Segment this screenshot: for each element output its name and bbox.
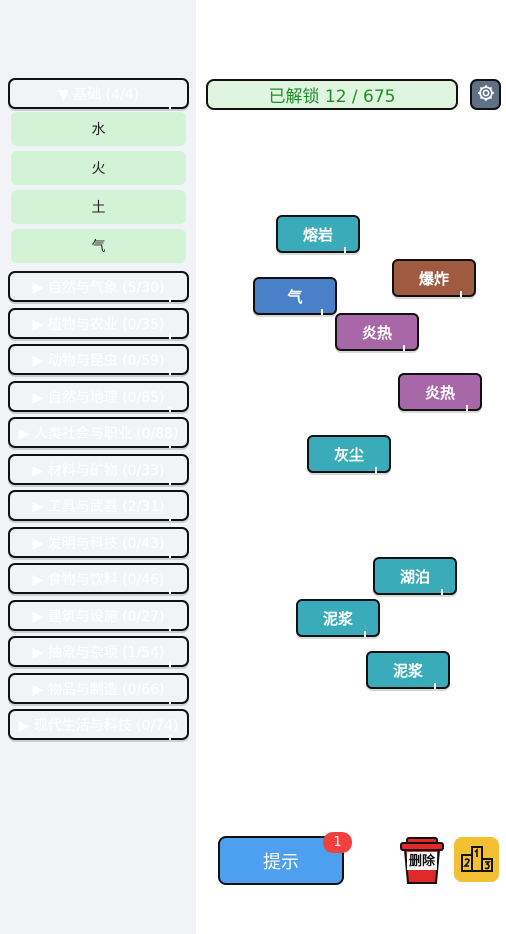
category-animals-insects[interactable]: ▶ 动物与昆虫 (0/59) xyxy=(8,344,189,375)
category-society-jobs[interactable]: ▶ 人类社会与职业 (0/88) xyxy=(8,417,189,448)
category-inventions-tech[interactable]: ▶ 发明与科技 (0/43) xyxy=(8,527,189,558)
tile-dust[interactable]: 灰尘 xyxy=(307,435,391,473)
tile-mud[interactable]: 泥浆 xyxy=(366,651,450,689)
tile-heat[interactable]: 炎热 xyxy=(335,313,419,351)
leaderboard-button[interactable] xyxy=(454,837,499,882)
hint-count-badge: 1 xyxy=(323,832,352,853)
category-basic[interactable]: ▼ 基础 (4/4) xyxy=(8,78,189,109)
trash-icon xyxy=(398,837,446,890)
tile-explosion[interactable]: 爆炸 xyxy=(392,259,476,297)
unlocked-counter: 已解锁 12 / 675 xyxy=(206,79,458,110)
category-nature-geography[interactable]: ▶ 自然与地理 (0/85) xyxy=(8,381,189,412)
tile-heat[interactable]: 炎热 xyxy=(398,373,482,411)
tile-mud[interactable]: 泥浆 xyxy=(296,599,380,637)
delete-button[interactable]: 删除 xyxy=(398,836,446,886)
category-nature-weather[interactable]: ▶ 自然与气象 (5/30) xyxy=(8,271,189,302)
tile-lava[interactable]: 熔岩 xyxy=(276,215,360,253)
settings-button[interactable] xyxy=(470,79,501,110)
element-fire[interactable]: 火 xyxy=(11,151,186,185)
element-water[interactable]: 水 xyxy=(11,112,186,146)
tile-lake[interactable]: 湖泊 xyxy=(373,557,457,595)
category-items-manufacturing[interactable]: ▶ 物品与制造 (0/66) xyxy=(8,673,189,704)
podium-icon xyxy=(460,843,494,877)
tile-air[interactable]: 气 xyxy=(253,277,337,315)
category-food-drink[interactable]: ▶ 食物与饮料 (0/46) xyxy=(8,563,189,594)
element-air[interactable]: 气 xyxy=(11,229,186,263)
category-tools-weapons[interactable]: ▶ 工具与武器 (2/31) xyxy=(8,490,189,521)
category-buildings[interactable]: ▶ 建筑与设施 (0/27) xyxy=(8,600,189,631)
category-abstract-misc[interactable]: ▶ 抽象与杂项 (1/54) xyxy=(8,636,189,667)
delete-label: 删除 xyxy=(408,854,435,869)
element-earth[interactable]: 土 xyxy=(11,190,186,224)
category-sidebar: ▼ 基础 (4/4) 水 火 土 气 ▶ 自然与气象 (5/30) ▶ 植物与农… xyxy=(0,0,196,934)
category-modern-life-tech[interactable]: ▶ 现代生活与科技 (0/74) xyxy=(8,709,189,740)
gear-icon xyxy=(476,83,496,107)
category-plants-agriculture[interactable]: ▶ 植物与农业 (0/35) xyxy=(8,308,189,339)
category-materials-minerals[interactable]: ▶ 材料与矿物 (0/33) xyxy=(8,454,189,485)
